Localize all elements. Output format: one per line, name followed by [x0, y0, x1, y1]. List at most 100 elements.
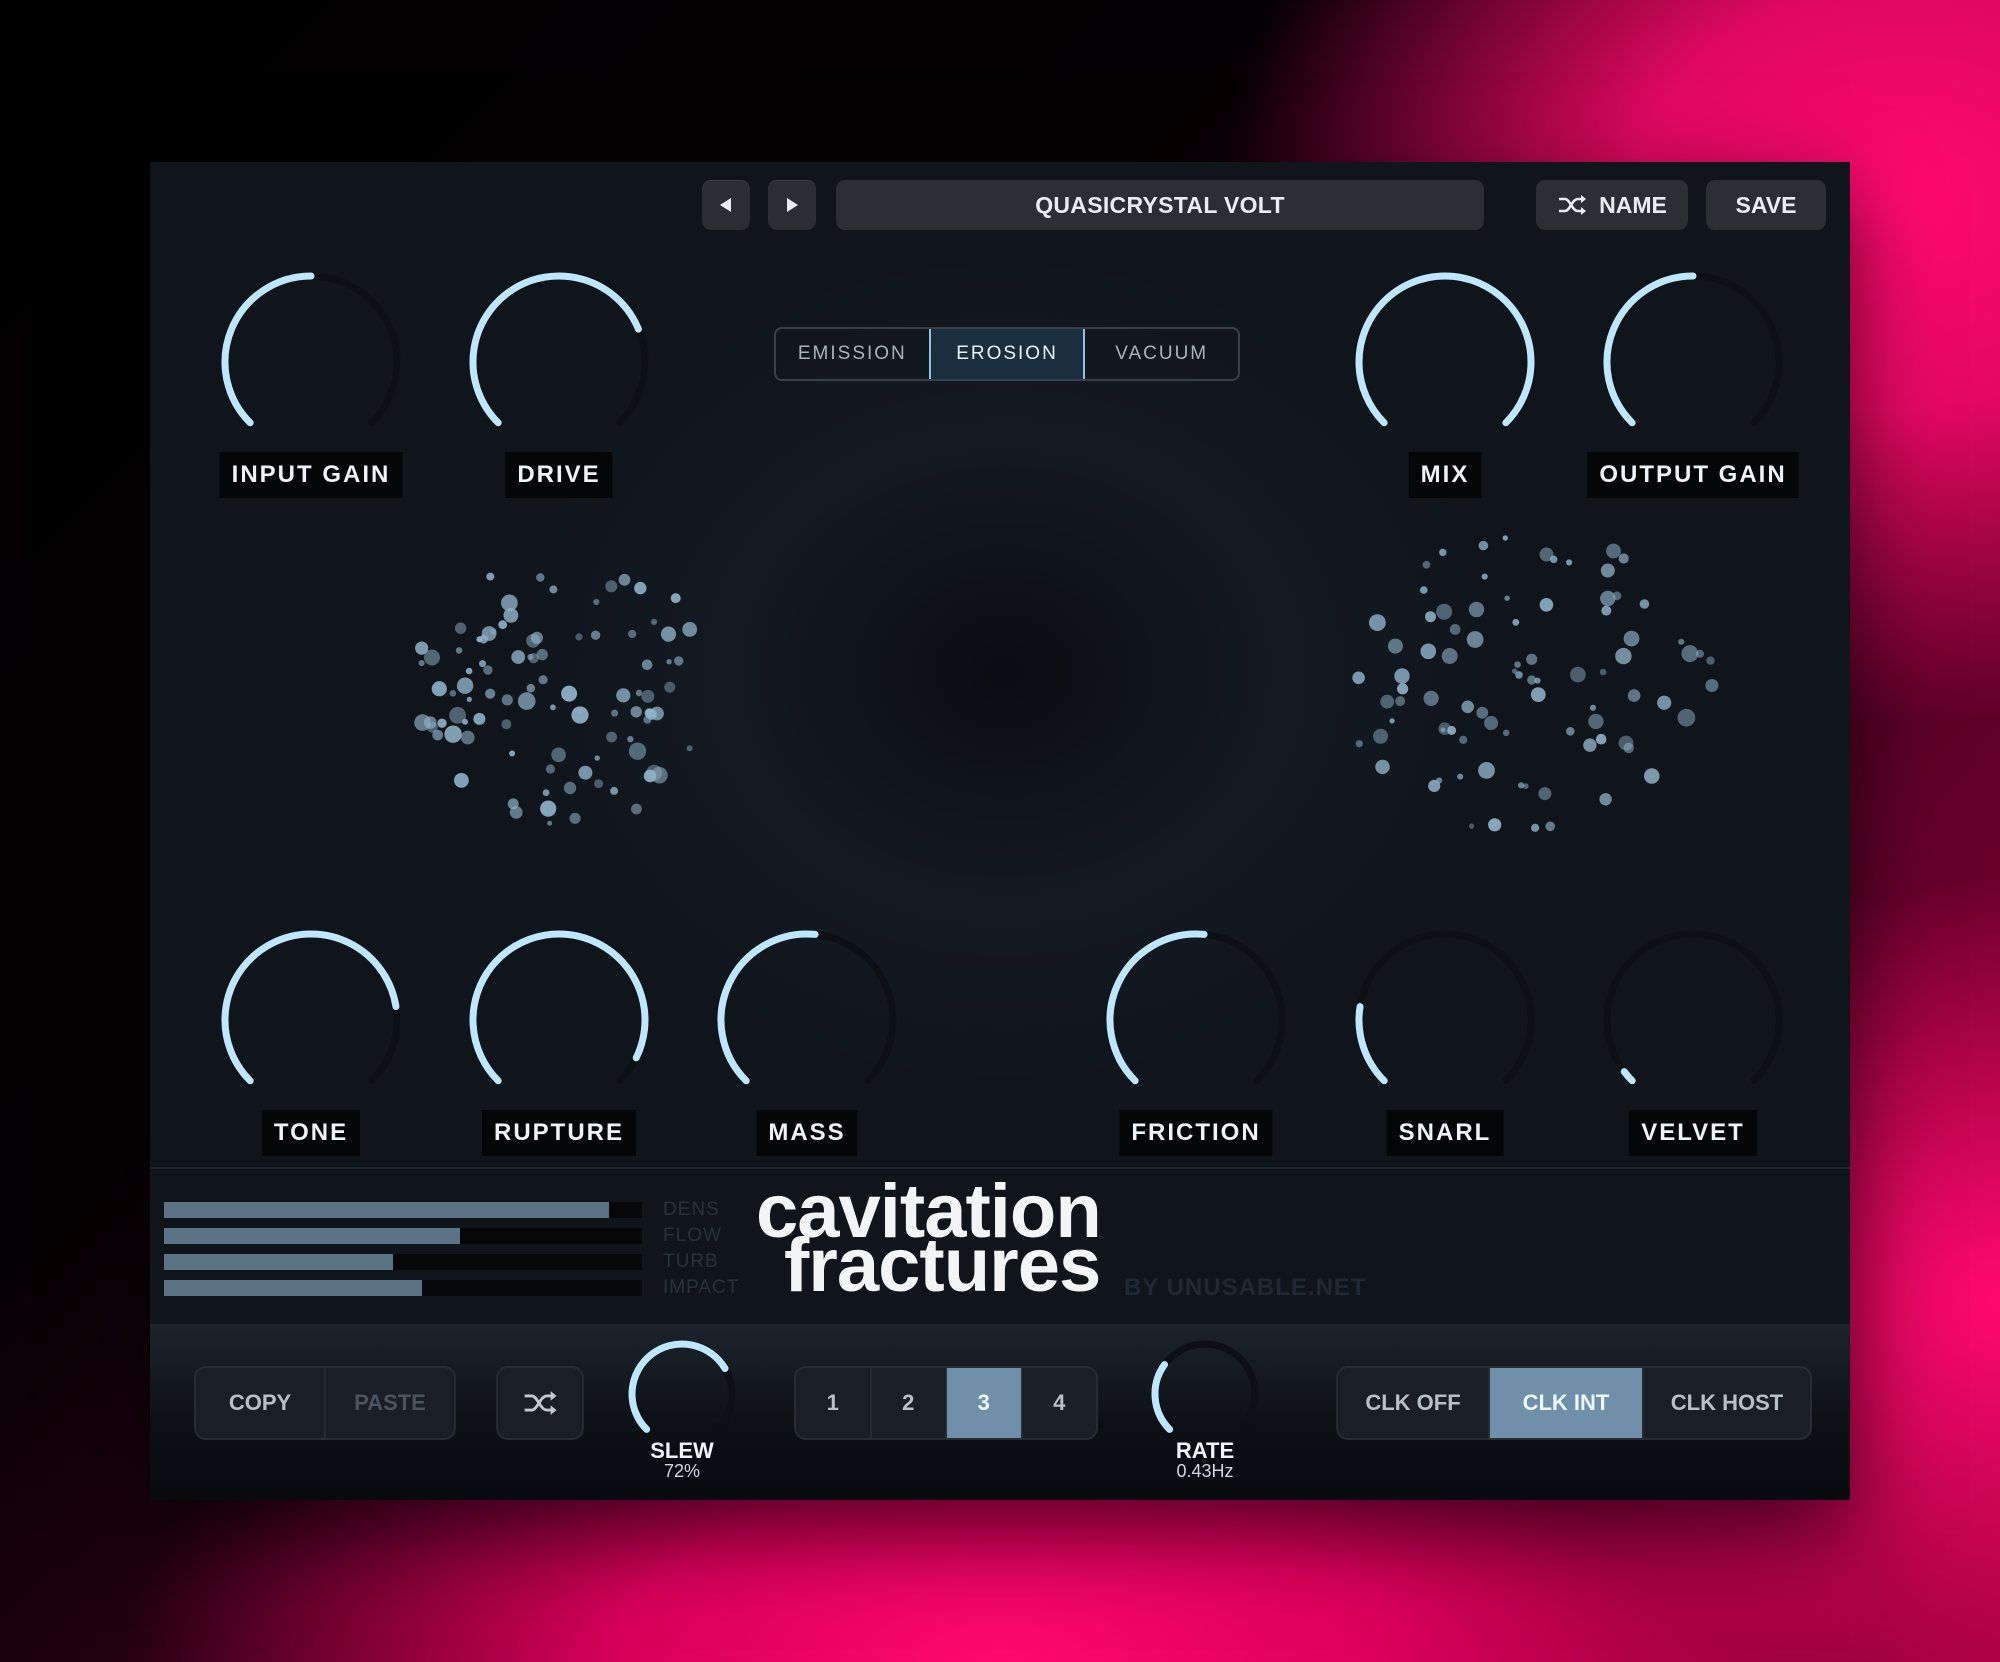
- particle: [1481, 573, 1488, 580]
- particle: [1428, 779, 1441, 793]
- particle: [1422, 560, 1431, 569]
- particle: [1478, 540, 1489, 551]
- particle: [610, 786, 619, 795]
- slew-value: 72%: [663, 1461, 701, 1481]
- input-gain-label: INPUT GAIN: [219, 452, 403, 498]
- particle: [1355, 740, 1363, 748]
- particle: [1606, 543, 1621, 559]
- particle: [569, 812, 581, 824]
- clock-selector: CLK OFF CLK INT CLK HOST: [1336, 1366, 1812, 1440]
- knob-value-arc: [1620, 1068, 1636, 1085]
- particle: [1468, 601, 1485, 618]
- particle: [618, 573, 631, 586]
- output-gain-knob[interactable]: OUTPUT GAIN: [1587, 262, 1799, 498]
- mix-knob[interactable]: MIX: [1345, 262, 1545, 498]
- rupture-knob[interactable]: RUPTURE: [459, 920, 659, 1156]
- meter-label-impact: IMPACT: [663, 1277, 740, 1298]
- particle: [1538, 787, 1552, 801]
- particle: [606, 731, 617, 743]
- shuffle-icon: [524, 1391, 557, 1415]
- particle: [1389, 718, 1395, 724]
- particle: [1436, 603, 1453, 620]
- particle: [1394, 668, 1410, 684]
- particle: [1395, 696, 1406, 707]
- particle: [1502, 535, 1509, 541]
- clk-off-button[interactable]: CLK OFF: [1338, 1368, 1488, 1438]
- snarl-knob[interactable]: SNARL: [1345, 920, 1545, 1156]
- particle: [454, 622, 467, 634]
- brand-title-line2: fractures: [784, 1223, 1101, 1308]
- slot-1-button[interactable]: 1: [796, 1368, 870, 1438]
- friction-knob[interactable]: FRICTION: [1096, 920, 1296, 1156]
- clk-host-button[interactable]: CLK HOST: [1642, 1368, 1810, 1438]
- meter-fill: [164, 1280, 423, 1296]
- particle: [431, 681, 447, 697]
- particle: [1478, 762, 1495, 779]
- particle: [509, 750, 516, 757]
- knob-value-arc: [1151, 1361, 1174, 1433]
- particle: [1677, 708, 1696, 727]
- velvet-knob[interactable]: VELVET: [1593, 920, 1793, 1156]
- paste-button[interactable]: PASTE: [324, 1368, 454, 1438]
- particle: [1526, 653, 1538, 665]
- particle: [616, 688, 631, 703]
- clk-int-button[interactable]: CLK INT: [1488, 1368, 1642, 1438]
- knob-value-arc: [628, 1340, 729, 1433]
- particle: [660, 626, 677, 642]
- meter-fill: [164, 1228, 461, 1244]
- particle: [1461, 700, 1474, 714]
- slot-2-button[interactable]: 2: [869, 1368, 946, 1438]
- particle: [1706, 656, 1715, 665]
- particle: [1352, 671, 1365, 685]
- particle: [575, 633, 583, 641]
- particle: [634, 581, 647, 595]
- particle: [540, 800, 557, 817]
- meter-label-flow: FLOW: [663, 1225, 722, 1246]
- particle: [1545, 821, 1555, 832]
- particle: [641, 689, 655, 703]
- snarl-label: SNARL: [1386, 1110, 1504, 1156]
- particle: [631, 803, 642, 815]
- particle: [1420, 643, 1437, 660]
- particle: [545, 764, 555, 774]
- slot-4-button[interactable]: 4: [1020, 1368, 1097, 1438]
- particle: [1466, 631, 1484, 648]
- drive-knob[interactable]: DRIVE: [459, 262, 659, 498]
- particle: [594, 755, 600, 761]
- particle: [1459, 735, 1468, 744]
- particle: [1599, 793, 1612, 806]
- knob-value-arc: [1355, 1003, 1388, 1085]
- mass-knob[interactable]: MASS: [707, 920, 907, 1156]
- particle: [1420, 586, 1428, 594]
- particle: [476, 636, 483, 643]
- particle: [1600, 563, 1615, 578]
- particle: [511, 650, 526, 664]
- particle: [1531, 823, 1540, 832]
- particle: [643, 769, 657, 783]
- particle: [1599, 668, 1607, 676]
- particle: [449, 690, 457, 697]
- particle: [561, 685, 578, 702]
- randomize-button[interactable]: [496, 1366, 584, 1440]
- particle: [418, 660, 425, 667]
- particle: [1539, 598, 1554, 612]
- particle: [1618, 553, 1629, 564]
- particle: [576, 707, 583, 714]
- tone-knob[interactable]: TONE: [211, 920, 411, 1156]
- meter-fill: [164, 1254, 394, 1270]
- rate-knob[interactable]: [1145, 1334, 1265, 1454]
- particle: [1566, 727, 1575, 736]
- particle: [628, 742, 647, 760]
- particle: [527, 653, 534, 660]
- particle: [473, 712, 486, 725]
- slew-knob[interactable]: [622, 1334, 742, 1454]
- particle: [1639, 599, 1650, 609]
- slot-3-button[interactable]: 3: [945, 1368, 1021, 1438]
- particle: [628, 629, 637, 639]
- particle: [1681, 645, 1699, 663]
- bottom-bar: COPY PASTE SLEW 72% 1 2 3 4 RATE 0.43Hz …: [150, 1324, 1850, 1500]
- input-gain-knob[interactable]: INPUT GAIN: [211, 262, 411, 498]
- velvet-label: VELVET: [1629, 1110, 1757, 1156]
- copy-button[interactable]: COPY: [196, 1368, 324, 1438]
- particle: [1373, 728, 1389, 744]
